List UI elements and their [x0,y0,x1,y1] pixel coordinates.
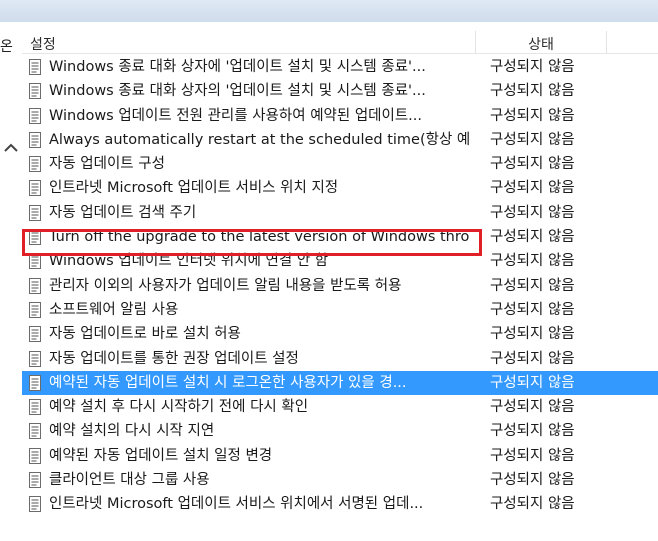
setting-name: 자동 업데이트를 통한 권장 업데이트 설정 [49,350,299,367]
setting-name: 인트라넷 Microsoft 업데이트 서비스 위치 지정 [49,180,339,197]
table-row[interactable]: 소프트웨어 알림 사용 구성되지 않음 [22,298,658,322]
setting-state: 구성되지 않음 [490,301,575,318]
setting-name: 클라이언트 대상 그룹 사용 [49,472,210,489]
setting-name: 인트라넷 Microsoft 업데이트 서비스 위치에서 서명된 업데... [49,496,424,513]
table-row[interactable]: 예약된 자동 업데이트 설치 시 로그온한 사용자가 있을 경... 구성되지 … [22,370,658,396]
policy-setting-icon [29,253,41,270]
policy-setting-icon [29,156,41,173]
setting-name: 예약 설치의 다시 시작 지연 [49,423,215,440]
setting-name: Turn off the upgrade to the latest versi… [49,229,469,246]
setting-state: 구성되지 않음 [490,204,575,221]
column-header-state[interactable]: 상태 [476,34,606,54]
table-row[interactable]: 인트라넷 Microsoft 업데이트 서비스 위치에서 서명된 업데... 구… [22,492,658,516]
setting-name: Windows 종료 대화 상자의 '업데이트 설치 및 시스템 종료'... [49,83,426,100]
setting-state: 구성되지 않음 [490,131,575,148]
setting-name: 예약된 자동 업데이트 설치 일정 변경 [49,447,273,464]
setting-state: 구성되지 않음 [490,326,575,343]
setting-name: 예약된 자동 업데이트 설치 시 로그온한 사용자가 있을 경... [49,374,407,391]
setting-state: 구성되지 않음 [490,447,575,464]
policy-setting-icon [29,301,41,318]
setting-state: 구성되지 않음 [490,423,575,440]
policy-setting-icon [29,83,41,100]
table-row[interactable]: 자동 업데이트 검색 주기 구성되지 않음 [22,201,658,225]
table-row[interactable]: 자동 업데이트 구성 구성되지 않음 [22,152,658,176]
table-row[interactable]: 예약 설치의 다시 시작 지연 구성되지 않음 [22,419,658,443]
policy-setting-icon [29,374,41,391]
table-row[interactable]: Always automatically restart at the sche… [22,128,658,152]
setting-state: 구성되지 않음 [490,253,575,270]
setting-state: 구성되지 않음 [490,374,575,391]
setting-name: 예약 설치 후 다시 시작하기 전에 다시 확인 [49,399,309,416]
policy-setting-icon [29,131,41,148]
policy-setting-icon [29,350,41,367]
window-top-bar [0,0,658,22]
setting-state: 구성되지 않음 [490,107,575,124]
policy-setting-icon [29,229,41,246]
table-row[interactable]: 클라이언트 대상 그룹 사용 구성되지 않음 [22,468,658,492]
policy-setting-icon [29,277,41,294]
setting-state: 구성되지 않음 [490,229,575,246]
setting-name: Always automatically restart at the sche… [49,131,469,148]
setting-state: 구성되지 않음 [490,277,575,294]
chevron-up-icon[interactable] [3,140,19,156]
policy-setting-icon [29,496,41,513]
setting-name: Windows 업데이트 인터넷 위치에 연결 안 함 [49,253,329,270]
setting-state: 구성되지 않음 [490,156,575,173]
setting-state: 구성되지 않음 [490,399,575,416]
policy-setting-icon [29,59,41,75]
table-row[interactable]: Windows 종료 대화 상자의 '업데이트 설치 및 시스템 종료'... … [22,79,658,103]
table-row[interactable]: Windows 종료 대화 상자에 '업데이트 설치 및 시스템 종료'... … [22,55,658,79]
setting-name: Windows 업데이트 전원 관리를 사용하여 예약된 업데이트... [49,107,423,124]
setting-name: Windows 종료 대화 상자에 '업데이트 설치 및 시스템 종료'... [49,59,426,75]
table-row[interactable]: 예약 설치 후 다시 시작하기 전에 다시 확인 구성되지 않음 [22,395,658,419]
table-row[interactable]: 자동 업데이트로 바로 설치 허용 구성되지 않음 [22,322,658,346]
table-row[interactable]: Windows 업데이트 인터넷 위치에 연결 안 함 구성되지 않음 [22,249,658,273]
table-header: 설정 상태 [22,31,658,54]
policy-setting-icon [29,107,41,124]
settings-table: 설정 상태 Windows 종료 대화 상자에 '업데이트 설치 및 시스템 종… [22,22,658,541]
setting-state: 구성되지 않음 [490,180,575,197]
policy-setting-icon [29,326,41,343]
side-pane: 온 [0,22,23,541]
column-divider[interactable] [606,31,607,53]
table-row[interactable]: 인트라넷 Microsoft 업데이트 서비스 위치 지정 구성되지 않음 [22,176,658,200]
table-row[interactable]: 자동 업데이트를 통한 권장 업데이트 설정 구성되지 않음 [22,347,658,371]
side-pane-label: 온 [0,39,13,55]
table-rows: Windows 종료 대화 상자에 '업데이트 설치 및 시스템 종료'... … [22,55,658,517]
setting-name: 자동 업데이트 검색 주기 [49,204,197,221]
setting-name: 자동 업데이트로 바로 설치 허용 [49,326,241,343]
policy-setting-icon [29,447,41,464]
table-row[interactable]: 예약된 자동 업데이트 설치 일정 변경 구성되지 않음 [22,444,658,468]
setting-name: 관리자 이외의 사용자가 업데이트 알림 내용을 받도록 허용 [49,277,402,294]
table-row[interactable]: Turn off the upgrade to the latest versi… [22,225,658,249]
setting-name: 자동 업데이트 구성 [49,156,165,173]
setting-state: 구성되지 않음 [490,83,575,100]
setting-state: 구성되지 않음 [490,496,575,513]
column-header-setting[interactable]: 설정 [30,34,56,54]
policy-setting-icon [29,204,41,221]
table-row[interactable]: 관리자 이외의 사용자가 업데이트 알림 내용을 받도록 허용 구성되지 않음 [22,274,658,298]
setting-state: 구성되지 않음 [490,350,575,367]
policy-setting-icon [29,399,41,416]
policy-setting-icon [29,472,41,489]
policy-setting-icon [29,180,41,197]
setting-state: 구성되지 않음 [490,59,575,75]
table-row[interactable]: Windows 업데이트 전원 관리를 사용하여 예약된 업데이트... 구성되… [22,104,658,128]
policy-setting-icon [29,423,41,440]
setting-state: 구성되지 않음 [490,472,575,489]
setting-name: 소프트웨어 알림 사용 [49,301,179,318]
